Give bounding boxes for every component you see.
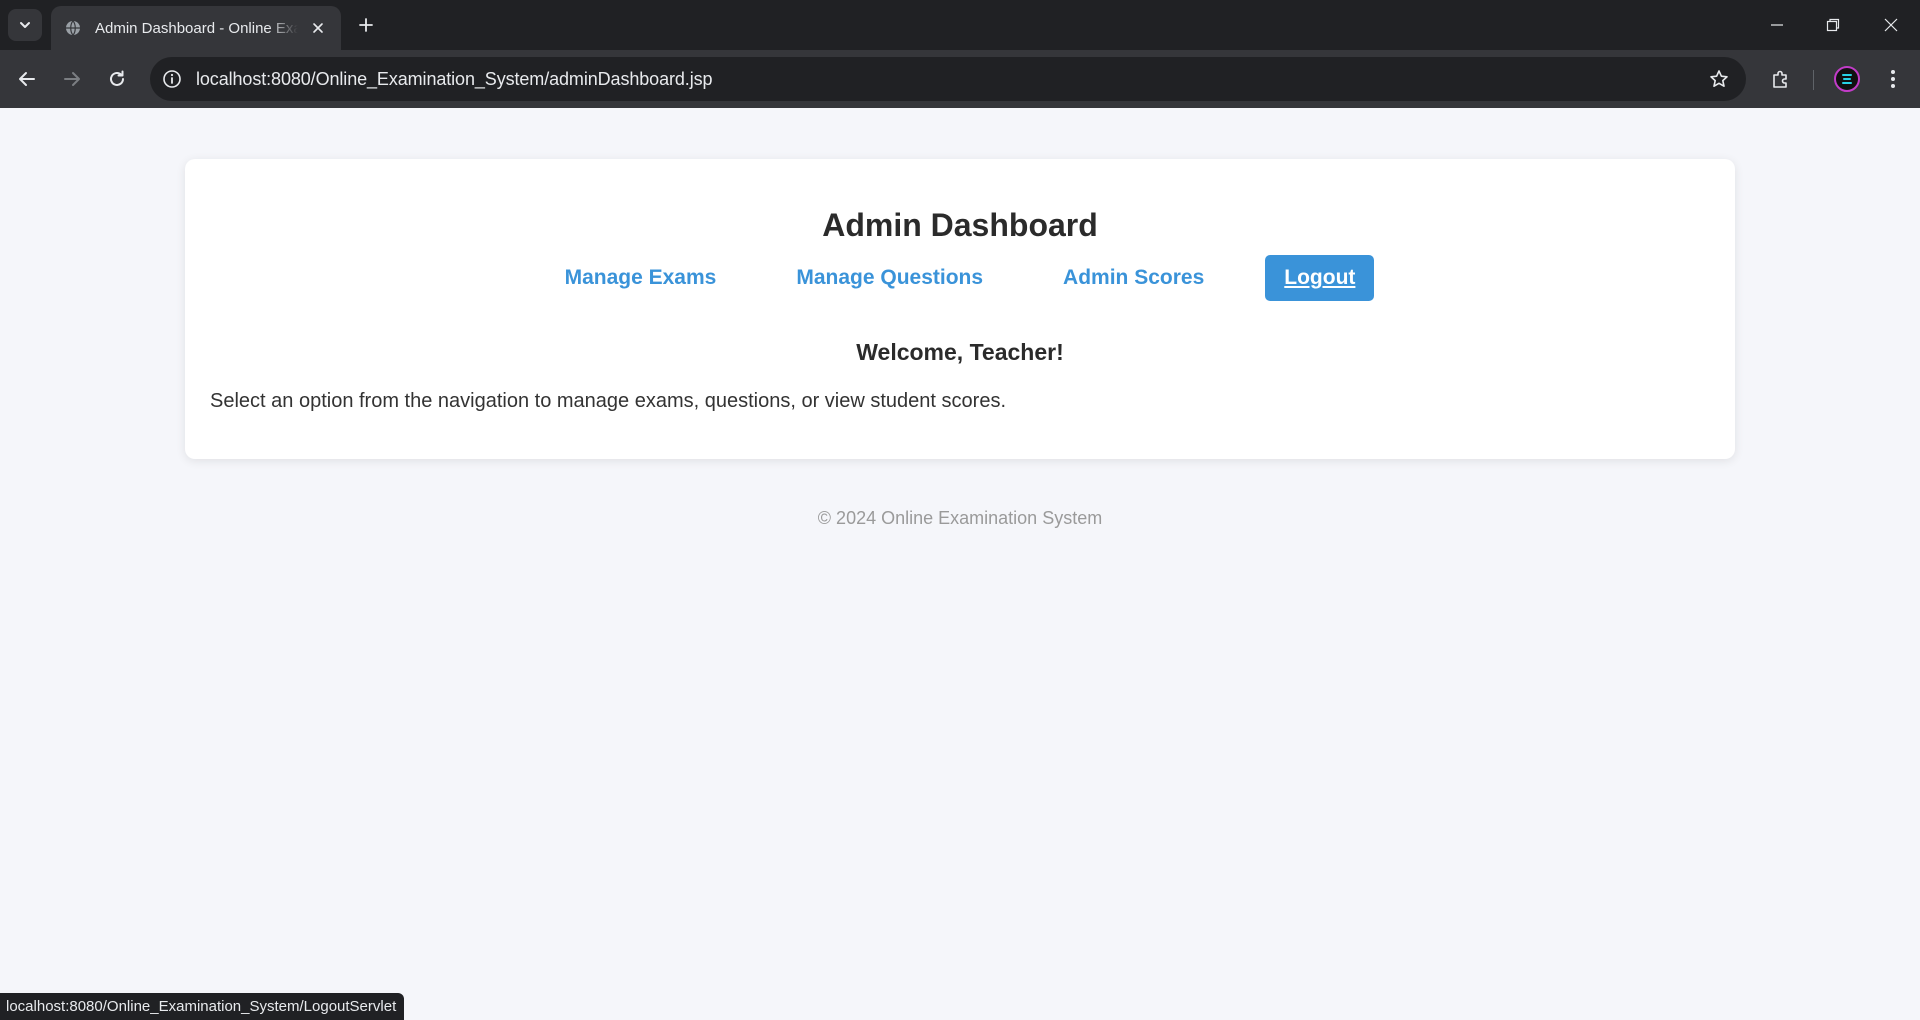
browser-menu-button[interactable]: [1877, 63, 1909, 95]
info-icon: [163, 70, 181, 88]
kebab-menu-icon: [1891, 70, 1895, 88]
minimize-icon: [1771, 24, 1783, 26]
reload-icon: [110, 70, 124, 86]
close-window-icon: [1884, 18, 1898, 32]
forward-button[interactable]: [56, 63, 88, 95]
browser-tabstrip: Admin Dashboard - Online Examination Sys…: [0, 0, 1920, 50]
browser-tab-active[interactable]: Admin Dashboard - Online Examination Sys…: [51, 6, 341, 50]
dashboard-card: Admin Dashboard Manage Exams Manage Ques…: [185, 159, 1735, 459]
nav-admin-scores[interactable]: Admin Scores: [1044, 255, 1223, 301]
page-footer: © 2024 Online Examination System: [817, 508, 1103, 528]
admin-nav: Manage Exams Manage Questions Admin Scor…: [185, 255, 1735, 301]
restore-icon: [1826, 18, 1840, 32]
welcome-heading: Welcome, Teacher!: [856, 339, 1064, 365]
nav-manage-exams[interactable]: Manage Exams: [546, 255, 736, 301]
star-icon: [1710, 70, 1728, 87]
minimize-button[interactable]: [1764, 12, 1790, 38]
page-title: Admin Dashboard: [822, 207, 1098, 243]
back-button[interactable]: [11, 63, 43, 95]
toolbar-divider: [1813, 70, 1814, 90]
browser-toolbar: localhost:8080/Online_Examination_System…: [0, 50, 1920, 108]
address-bar[interactable]: localhost:8080/Online_Examination_System…: [150, 57, 1746, 101]
new-tab-button[interactable]: [352, 11, 380, 39]
profile-avatar[interactable]: [1834, 66, 1860, 92]
nav-manage-questions[interactable]: Manage Questions: [777, 255, 1002, 301]
chevron-down-icon: [20, 22, 30, 28]
site-info-button[interactable]: [162, 69, 182, 89]
tab-close-button[interactable]: [310, 19, 327, 37]
bookmark-button[interactable]: [1708, 68, 1730, 90]
logout-button[interactable]: Logout: [1265, 255, 1375, 301]
link-status-bubble: localhost:8080/Online_Examination_System…: [0, 993, 405, 1020]
extensions-button[interactable]: [1765, 63, 1797, 95]
globe-icon: [65, 20, 81, 36]
puzzle-icon: [1773, 70, 1787, 88]
arrow-right-icon: [64, 72, 80, 86]
close-icon: [313, 23, 324, 33]
url-text[interactable]: localhost:8080/Online_Examination_System…: [196, 69, 713, 90]
reload-button[interactable]: [101, 63, 133, 95]
intro-text: Select an option from the navigation to …: [210, 390, 1006, 412]
tab-search-button[interactable]: [8, 9, 42, 41]
plus-icon: [359, 18, 373, 32]
arrow-left-icon: [19, 72, 35, 86]
tab-title: Admin Dashboard - Online Examination Sys…: [95, 19, 298, 37]
restore-button[interactable]: [1820, 12, 1846, 38]
close-window-button[interactable]: [1878, 12, 1904, 38]
